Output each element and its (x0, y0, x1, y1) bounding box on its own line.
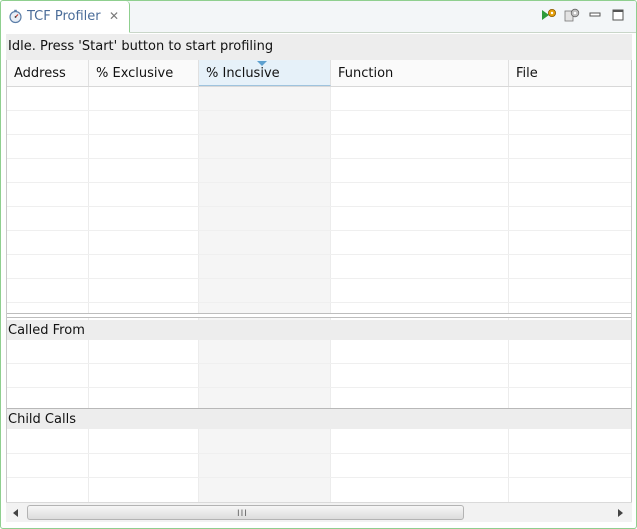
table-header: Address % Exclusive % Inclusive Function… (7, 60, 631, 87)
profiler-configuration-button[interactable] (563, 7, 580, 27)
header-file[interactable]: File (509, 60, 631, 86)
scrollbar-thumb[interactable]: III (27, 505, 464, 520)
header-inclusive[interactable]: % Inclusive (199, 60, 331, 86)
start-profile-icon (541, 7, 557, 27)
column-file (509, 60, 631, 502)
profile-table[interactable]: Address % Exclusive % Inclusive Function… (6, 60, 632, 502)
column-address (7, 60, 89, 502)
start-profiling-button[interactable] (540, 9, 557, 26)
minimize-icon (589, 9, 601, 25)
scroll-right-icon[interactable] (613, 506, 627, 520)
profiler-status-text: Idle. Press 'Start' button to start prof… (6, 34, 632, 60)
sort-arrow-icon (257, 61, 267, 66)
sash-divider-1[interactable] (7, 313, 631, 318)
tcf-profiler-view: TCF Profiler ✕ Idle. Press 'Start' butto… (0, 0, 637, 529)
header-function[interactable]: Function (331, 60, 509, 86)
scroll-left-icon[interactable] (9, 506, 23, 520)
header-exclusive[interactable]: % Exclusive (89, 60, 199, 86)
horizontal-scrollbar[interactable]: III (6, 502, 632, 522)
profiler-view-icon (8, 9, 23, 24)
called-from-header: Called From (7, 320, 631, 340)
tab-title: TCF Profiler (27, 9, 101, 24)
column-function (331, 60, 509, 502)
header-address[interactable]: Address (7, 60, 89, 86)
maximize-icon (612, 9, 624, 25)
header-inclusive-label: % Inclusive (206, 66, 280, 81)
column-inclusive (199, 60, 331, 502)
maximize-button[interactable] (609, 9, 626, 26)
tab-tcf-profiler[interactable]: TCF Profiler ✕ (1, 1, 130, 33)
gear-config-icon (564, 7, 580, 27)
column-exclusive (89, 60, 199, 502)
view-tab-strip: TCF Profiler ✕ (1, 1, 636, 33)
minimize-button[interactable] (586, 9, 603, 26)
close-icon[interactable]: ✕ (109, 9, 119, 23)
grip-icon: III (237, 509, 248, 519)
view-toolbar (540, 7, 626, 27)
child-calls-header: Child Calls (7, 409, 631, 429)
